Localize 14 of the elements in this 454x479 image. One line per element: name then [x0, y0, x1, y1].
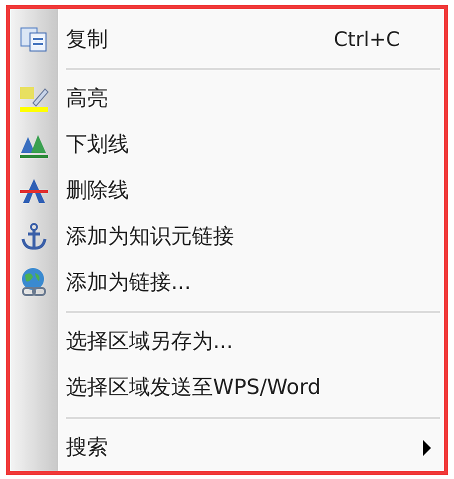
highlighter-icon [19, 85, 49, 114]
menu-item[interactable]: 添加为知识元链接 [10, 214, 444, 260]
copy-icon [19, 26, 49, 52]
menu-item[interactable]: 选择区域发送至WPS/Word [10, 364, 444, 411]
menu-item[interactable]: 添加为链接... [10, 259, 444, 306]
menu-item[interactable]: 高亮 [10, 76, 444, 122]
menu-item[interactable]: 下划线 [10, 122, 444, 168]
menu-item[interactable]: 删除线 [10, 168, 444, 214]
menu-item[interactable]: 复制 Ctrl+C [10, 16, 444, 62]
globe-link-icon [19, 267, 49, 298]
strikethrough-letter-icon [19, 176, 49, 205]
menu-item[interactable]: 搜索 [10, 424, 444, 471]
menu-item[interactable]: 选择区域另存为... [10, 319, 444, 365]
anchor-icon [19, 222, 49, 251]
